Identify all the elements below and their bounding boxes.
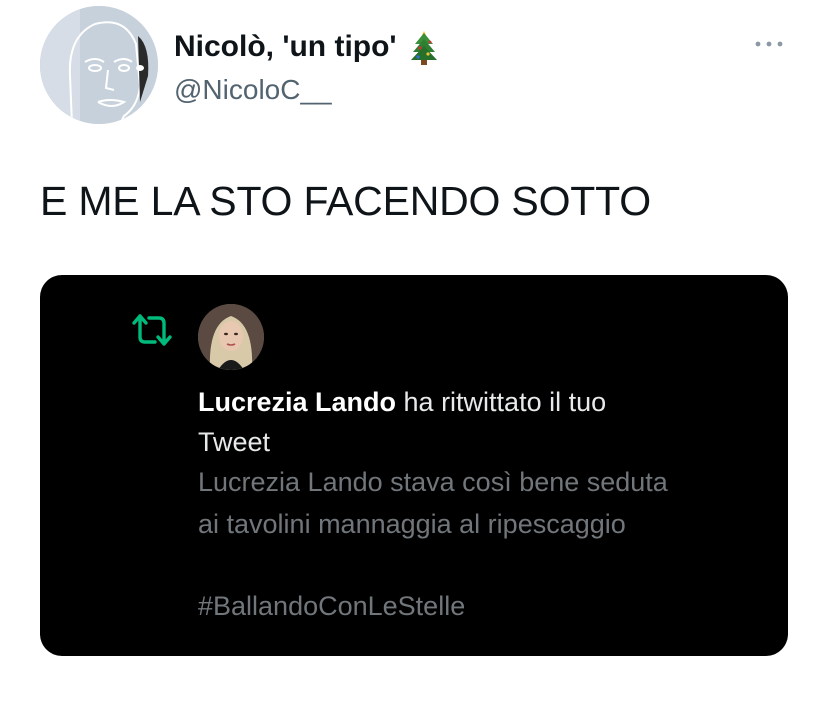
retweet-icon bbox=[132, 314, 172, 346]
quoted-tweet-line-1: Lucrezia Lando stava così bene seduta bbox=[198, 467, 668, 497]
user-photo-avatar bbox=[198, 304, 264, 370]
tweet-media-screenshot[interactable]: Lucrezia Lando ha ritwittato il tuo Twee… bbox=[40, 275, 788, 656]
quoted-tweet-hashtag: #BallandoConLeStelle bbox=[198, 591, 466, 621]
christmas-tree-icon bbox=[410, 31, 437, 65]
notification-text-line-1: Lucrezia Lando ha ritwittato il tuo bbox=[198, 382, 606, 422]
author-display-name[interactable]: Nicolò, 'un tipo' bbox=[174, 30, 397, 64]
author-name-row[interactable]: Nicolò, 'un tipo' bbox=[174, 28, 439, 66]
notification-text-line-2: Tweet bbox=[198, 427, 271, 457]
retweeter-avatar[interactable] bbox=[198, 304, 264, 370]
author-avatar[interactable] bbox=[40, 6, 158, 124]
author-handle[interactable]: @NicoloC__ bbox=[174, 74, 332, 106]
notification-action-text: ha ritwittato il tuo bbox=[396, 387, 607, 417]
tweet-page: Nicolò, 'un tipo' @NicoloC__ E ME LA STO… bbox=[0, 0, 828, 704]
quoted-tweet-line-2: ai tavolini mannaggia al ripescaggio bbox=[198, 509, 626, 539]
tweet-text: E ME LA STO FACENDO SOTTO bbox=[40, 178, 651, 224]
retweeter-name[interactable]: Lucrezia Lando bbox=[198, 387, 396, 417]
more-options-icon[interactable] bbox=[753, 38, 785, 50]
sketch-face-avatar bbox=[40, 6, 158, 124]
